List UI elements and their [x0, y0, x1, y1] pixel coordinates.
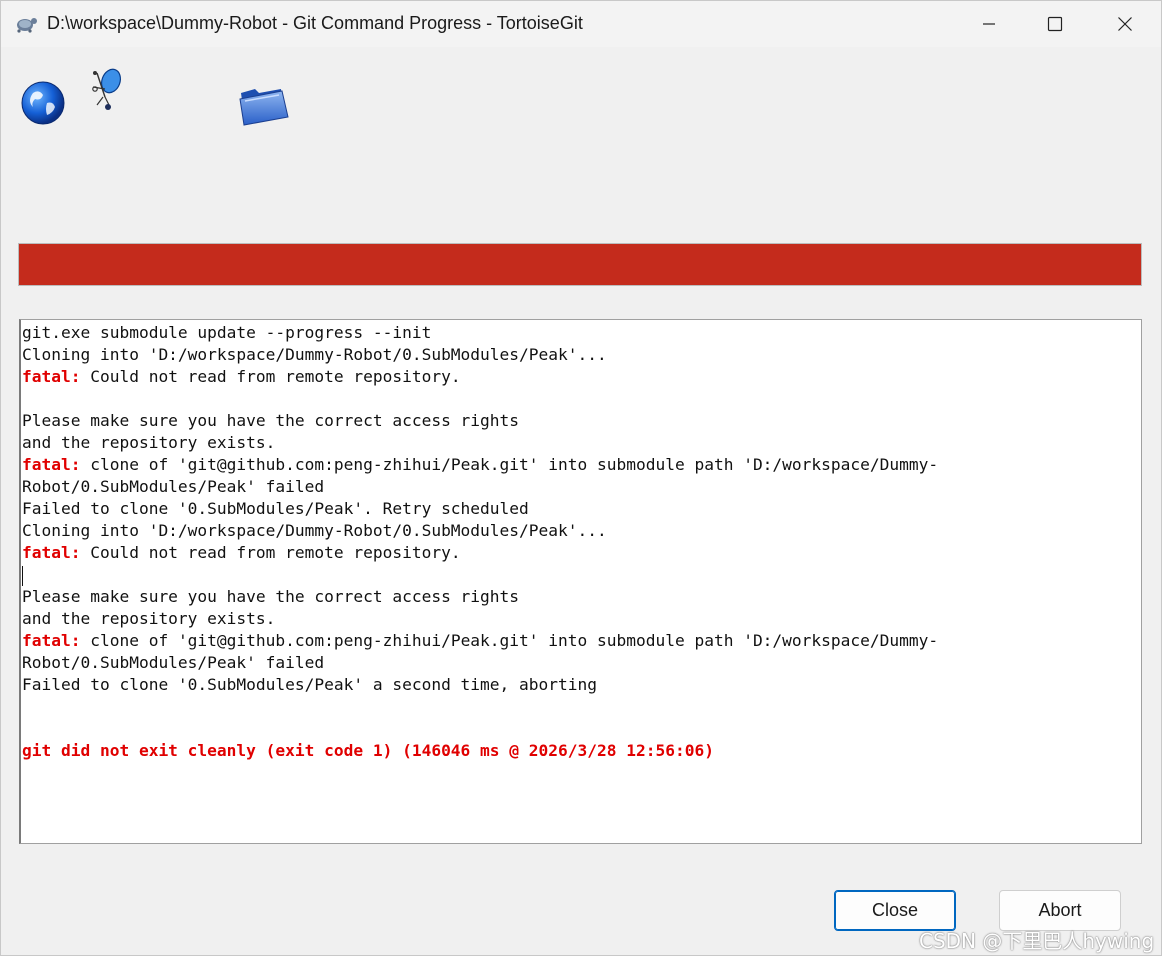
tortoise-icon [17, 18, 37, 33]
log-text: Could not read from remote repository. [80, 543, 461, 562]
log-text: and the repository exists. [22, 609, 276, 628]
log-line: fatal: clone of 'git@github.com:peng-zhi… [22, 630, 1141, 652]
close-icon [1118, 17, 1132, 31]
log-text: Robot/0.SubModules/Peak' failed [22, 477, 325, 496]
progress-fill [19, 244, 1141, 285]
minimize-icon [983, 23, 995, 25]
log-line: Robot/0.SubModules/Peak' failed [22, 476, 1141, 498]
log-line [22, 564, 1141, 586]
watermark: CSDN @下里巴人hywing [919, 929, 1155, 953]
log-line: Failed to clone '0.SubModules/Peak'. Ret… [22, 498, 1141, 520]
log-error-prefix: fatal: [22, 543, 81, 562]
log-line: Failed to clone '0.SubModules/Peak' a se… [22, 674, 1141, 696]
close-window-button[interactable] [1095, 1, 1155, 47]
log-text: clone of 'git@github.com:peng-zhihui/Pea… [80, 631, 939, 650]
log-line: Cloning into 'D:/workspace/Dummy-Robot/0… [22, 520, 1141, 542]
log-line: Please make sure you have the correct ac… [22, 410, 1141, 432]
animation-area [1, 47, 1161, 237]
log-text: Cloning into 'D:/workspace/Dummy-Robot/0… [22, 345, 607, 364]
log-line: git.exe submodule update --progress --in… [22, 322, 1141, 344]
minimize-button[interactable] [959, 1, 1019, 47]
title-bar[interactable]: D:\workspace\Dummy-Robot - Git Command P… [1, 1, 1161, 47]
folder-icon [239, 89, 289, 126]
log-error-prefix: fatal: [22, 455, 81, 474]
log-line: fatal: clone of 'git@github.com:peng-zhi… [22, 454, 1141, 476]
log-error-prefix: fatal: [22, 367, 81, 386]
log-text: Robot/0.SubModules/Peak' failed [22, 653, 325, 672]
log-text: Failed to clone '0.SubModules/Peak' a se… [22, 675, 597, 694]
log-text: clone of 'git@github.com:peng-zhihui/Pea… [80, 455, 939, 474]
log-line: fatal: Could not read from remote reposi… [22, 366, 1141, 388]
maximize-icon [1047, 16, 1063, 32]
progress-bar [18, 243, 1142, 286]
log-text: Failed to clone '0.SubModules/Peak'. Ret… [22, 499, 529, 518]
globe-icon [21, 81, 65, 125]
log-line: Robot/0.SubModules/Peak' failed [22, 652, 1141, 674]
log-text: Could not read from remote repository. [80, 367, 461, 386]
log-exit-summary: git did not exit cleanly (exit code 1) (… [22, 741, 714, 760]
log-error-prefix: fatal: [22, 631, 81, 650]
log-text: Please make sure you have the correct ac… [22, 587, 520, 606]
log-text: Please make sure you have the correct ac… [22, 411, 520, 430]
log-line: and the repository exists. [22, 432, 1141, 454]
log-text: git.exe submodule update --progress --in… [22, 323, 432, 342]
log-line: and the repository exists. [22, 608, 1141, 630]
progress-dialog: D:\workspace\Dummy-Robot - Git Command P… [0, 0, 1162, 956]
text-caret [22, 565, 23, 586]
maximize-button[interactable] [1025, 1, 1085, 47]
log-line: Cloning into 'D:/workspace/Dummy-Robot/0… [22, 344, 1141, 366]
log-line: Please make sure you have the correct ac… [22, 586, 1141, 608]
log-line: fatal: Could not read from remote reposi… [22, 542, 1141, 564]
robot-icon [92, 68, 122, 110]
log-text: Cloning into 'D:/workspace/Dummy-Robot/0… [22, 521, 607, 540]
log-text: and the repository exists. [22, 433, 276, 452]
output-log[interactable]: git.exe submodule update --progress --in… [19, 319, 1142, 844]
window-title: D:\workspace\Dummy-Robot - Git Command P… [47, 13, 583, 33]
